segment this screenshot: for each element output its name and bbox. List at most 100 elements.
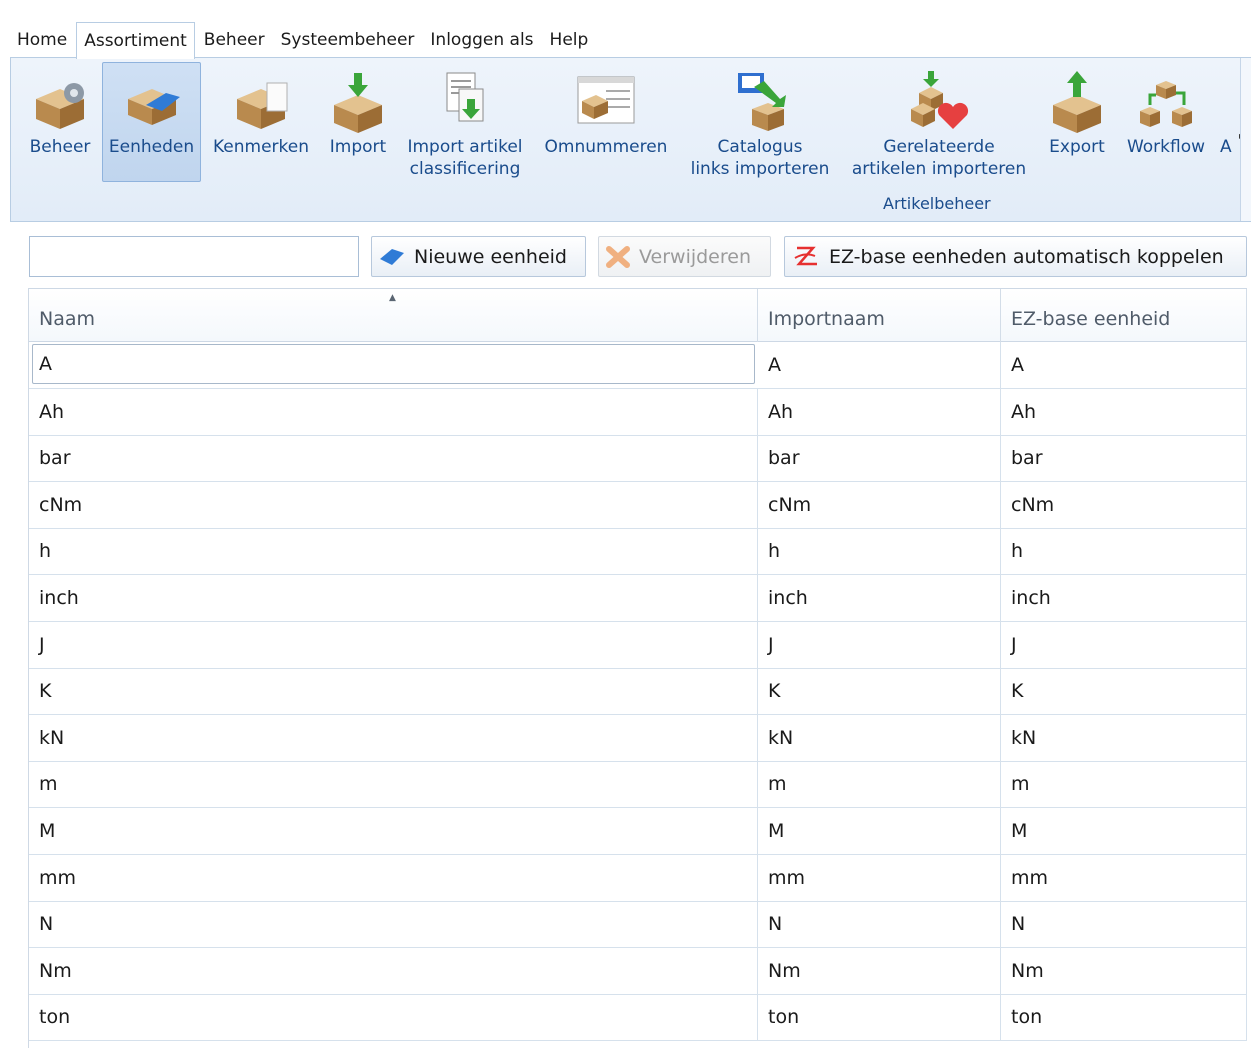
cell-importnaam[interactable]: N [758, 901, 1001, 948]
cell-importnaam[interactable]: A [758, 342, 1001, 388]
cell-importnaam[interactable]: K [758, 668, 1001, 715]
cell-ez-base-eenheid[interactable]: ton [1001, 994, 1247, 1041]
table-row[interactable]: AAA [29, 342, 1247, 389]
catalogus-button[interactable]: Catalogus links importeren [684, 62, 836, 182]
table-row[interactable]: mm mm mm [29, 854, 1247, 902]
cell-ez-base-eenheid[interactable]: M [1001, 808, 1247, 854]
workflow-button[interactable]: Workflow [1118, 62, 1214, 182]
units-grid: Naam ▲ Importnaam EZ-base eenheid A A A Ah A… [28, 288, 1247, 1048]
cell-importnaam[interactable]: cNm [758, 481, 1001, 528]
table-row[interactable]: hhh [29, 528, 1247, 576]
table-row[interactable]: mmm [29, 761, 1247, 809]
table-row[interactable]: NNN [29, 901, 1247, 949]
cell-ez-base-eenheid[interactable]: bar [1001, 435, 1247, 482]
cell-naam[interactable]: ton [29, 994, 758, 1041]
cell-naam[interactable]: Nm [29, 947, 758, 994]
cell-naam[interactable]: N [29, 901, 758, 948]
boxes-heart-icon [911, 71, 969, 129]
import-button[interactable]: Import [322, 62, 394, 182]
table-row[interactable]: bar bar bar [29, 435, 1247, 483]
cell-naam[interactable]: K [29, 668, 758, 715]
delete-button[interactable]: Verwijderen [598, 236, 771, 277]
cell-importnaam[interactable]: Ah [758, 388, 1001, 435]
cell-importnaam[interactable]: bar [758, 435, 1001, 482]
box-green-arrow-down-icon [334, 73, 382, 133]
cell-naam[interactable]: h [29, 528, 758, 575]
cell-naam[interactable]: m [29, 761, 758, 808]
delete-label: Verwijderen [639, 245, 751, 268]
cell-ez-base-eenheid[interactable]: mm [1001, 854, 1247, 901]
cell-importnaam[interactable]: ton [758, 994, 1001, 1041]
export-button[interactable]: Export [1041, 62, 1113, 182]
box-document-icon [237, 82, 288, 129]
cell-importnaam[interactable]: m [758, 761, 1001, 808]
new-unit-label: Nieuwe eenheid [414, 245, 567, 268]
import-classificering-line2: classificering [409, 159, 521, 179]
cell-ez-base-eenheid[interactable]: J [1001, 621, 1247, 668]
table-row[interactable]: inch inch inch [29, 575, 1247, 622]
overflow-button[interactable]: A [1219, 62, 1239, 182]
omnummeren-label: Omnummeren [544, 137, 668, 157]
table-row[interactable]: JJJ [29, 621, 1247, 669]
tab-beheer[interactable]: Beheer [197, 22, 272, 58]
column-header-importnaam[interactable]: Importnaam [758, 289, 1001, 342]
cell-importnaam[interactable]: M [758, 808, 1001, 854]
cell-naam[interactable]: A [32, 344, 755, 384]
import-classificering-button[interactable]: Import artikel classificering [402, 62, 528, 182]
cell-importnaam[interactable]: h [758, 528, 1001, 575]
import-classificering-line1: Import artikel [407, 137, 523, 157]
cell-ez-base-eenheid[interactable]: Ah [1001, 388, 1247, 435]
cell-importnaam[interactable]: kN [758, 714, 1001, 761]
cell-naam[interactable]: inch [29, 575, 758, 621]
cell-importnaam[interactable]: inch [758, 575, 1001, 621]
table-row[interactable]: Ah Ah Ah [29, 388, 1247, 436]
cell-ez-base-eenheid[interactable]: inch [1001, 575, 1247, 621]
cell-ez-base-eenheid[interactable]: K [1001, 668, 1247, 715]
export-label: Export [1049, 137, 1105, 157]
box-green-arrow-up-icon [1053, 71, 1101, 133]
tab-home[interactable]: Home [10, 22, 74, 58]
cell-naam[interactable]: Ah [29, 388, 758, 435]
table-row[interactable]: Nm Nm Nm [29, 947, 1247, 995]
kenmerken-button[interactable]: Kenmerken [208, 62, 314, 182]
beheer-button[interactable]: Beheer [25, 62, 95, 182]
table-row[interactable]: cNm cNm cNm [29, 481, 1247, 529]
cell-naam[interactable]: cNm [29, 481, 758, 528]
tab-help[interactable]: Help [543, 22, 596, 58]
gerelateerde-button[interactable]: Gerelateerde artikelen importeren [846, 62, 1032, 182]
auto-link-button[interactable]: EZ-base eenheden automatisch koppelen [784, 236, 1247, 277]
new-unit-button[interactable]: Nieuwe eenheid [371, 236, 586, 277]
document-green-arrow-icon [446, 72, 484, 122]
table-row[interactable]: ton ton ton [29, 994, 1247, 1042]
omnummeren-button[interactable]: Omnummeren [536, 62, 676, 182]
cell-importnaam[interactable]: J [758, 621, 1001, 668]
cell-ez-base-eenheid[interactable]: kN [1001, 714, 1247, 761]
cell-ez-base-eenheid[interactable]: Nm [1001, 947, 1247, 994]
table-row[interactable]: KKK [29, 668, 1247, 716]
auto-link-label: EZ-base eenheden automatisch koppelen [829, 245, 1224, 268]
cell-importnaam[interactable]: mm [758, 854, 1001, 901]
cell-ez-base-eenheid[interactable]: h [1001, 528, 1247, 575]
cell-ez-base-eenheid[interactable]: A [1001, 342, 1247, 388]
catalogus-line2: links importeren [690, 159, 830, 179]
table-row[interactable]: MMM [29, 808, 1247, 855]
ez-base-logo-icon [794, 246, 817, 265]
overflow-label: A [1220, 137, 1232, 157]
cell-naam[interactable]: bar [29, 435, 758, 482]
cell-naam[interactable]: M [29, 808, 758, 854]
eenheden-button[interactable]: Eenheden [102, 62, 201, 182]
table-row[interactable]: kN kN kN [29, 714, 1247, 762]
document-box-pencil-icon [577, 76, 635, 124]
cell-ez-base-eenheid[interactable]: m [1001, 761, 1247, 808]
search-input[interactable] [29, 236, 359, 277]
cell-importnaam[interactable]: Nm [758, 947, 1001, 994]
tab-assortiment[interactable]: Assortiment [76, 22, 195, 59]
cell-ez-base-eenheid[interactable]: cNm [1001, 481, 1247, 528]
cell-naam[interactable]: mm [29, 854, 758, 901]
cell-naam[interactable]: kN [29, 714, 758, 761]
tab-systeembeheer[interactable]: Systeembeheer [274, 22, 422, 58]
tab-inloggen-als[interactable]: Inloggen als [423, 22, 540, 58]
cell-ez-base-eenheid[interactable]: N [1001, 901, 1247, 948]
column-header-ez-base-eenheid[interactable]: EZ-base eenheid [1001, 289, 1247, 342]
cell-naam[interactable]: J [29, 621, 758, 668]
